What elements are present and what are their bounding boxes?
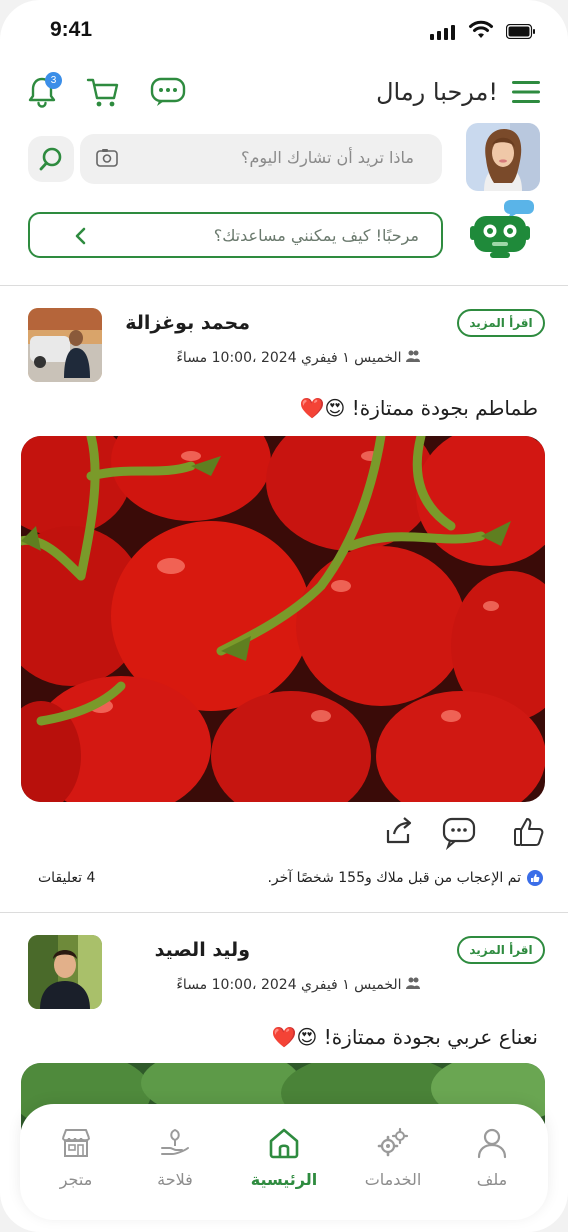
post-text: نعناع عربي بجودة ممتازة! 😍❤️ [271,1025,538,1049]
chevron-left-icon [75,227,86,245]
post-composer-input[interactable]: ماذا تريد أن تشارك اليوم؟ [80,134,442,184]
likes-text: تم الإعجاب من قبل ملاك و155 شخصًا آخر. [267,870,521,886]
read-more-button[interactable]: اقرأ المزيد [457,936,545,964]
nav-label-store: متجر [59,1170,93,1189]
store-icon [62,1129,90,1157]
post-image-tomatoes[interactable] [21,436,545,802]
like-icon[interactable] [512,815,546,849]
post-author-name[interactable]: وليد الصيد [120,939,250,961]
author-photo [28,935,102,1009]
read-more-button[interactable]: اقرأ المزيد [457,309,545,337]
nav-services[interactable]: الخدمات [353,1126,433,1189]
chatbot-button[interactable] [466,198,538,262]
post-author-avatar[interactable] [28,935,102,1009]
section-divider [0,912,568,913]
author-photo [28,308,102,382]
nav-store[interactable]: متجر [36,1126,116,1189]
friends-icon [406,977,420,993]
phone-screen: 9:41 3 مرحبا رمال! ماذا تريد أن تشارك ال… [0,0,568,1232]
post-date: الخميس ١ فيفري 2024 ،10:00 مساءً [176,977,402,993]
nav-label-home: الرئيسية [250,1170,318,1189]
messages-button[interactable] [150,76,186,108]
robot-icon [470,200,534,258]
friends-icon [406,350,420,366]
app-header: 3 مرحبا رمال! [0,62,568,124]
search-icon [39,147,62,171]
post-date: الخميس ١ فيفري 2024 ،10:00 مساءً [176,350,402,366]
share-icon[interactable] [382,814,416,848]
greeting-text: مرحبا رمال! [376,78,498,106]
assistant-input[interactable]: مرحبًا! كيف يمكنني مساعدتك؟ [28,212,443,258]
hamburger-icon [512,81,540,103]
post-meta: الخميس ١ فيفري 2024 ،10:00 مساءً [120,977,420,993]
section-divider [0,285,568,286]
search-button[interactable] [28,136,74,182]
nav-home[interactable]: الرئيسية [244,1126,324,1189]
notifications-button[interactable]: 3 [24,72,62,110]
nav-profile[interactable]: ملف [452,1126,532,1189]
nav-farming[interactable]: فلاحة [135,1126,215,1189]
bottom-navigation: متجر فلاحة الرئيسية الخدمات ملف [20,1104,548,1220]
nav-label-profile: ملف [476,1170,508,1189]
post-meta: الخميس ١ فيفري 2024 ،10:00 مساءً [120,350,420,366]
cart-button[interactable] [85,74,121,110]
like-reaction-icon [527,870,543,886]
wifi-icon [469,20,493,38]
user-photo [466,123,540,191]
status-bar: 9:41 [0,0,568,62]
user-icon [477,1128,507,1159]
notification-badge: 3 [45,72,62,89]
menu-button[interactable] [512,80,540,104]
status-time: 9:41 [50,18,93,41]
comment-icon[interactable] [442,816,476,850]
post-text: طماطم بجودة ممتازة! 😍❤️ [299,396,538,420]
composer-placeholder: ماذا تريد أن تشارك اليوم؟ [240,148,414,167]
likes-summary[interactable]: تم الإعجاب من قبل ملاك و155 شخصًا آخر. [267,870,543,886]
nav-label-services: الخدمات [364,1170,422,1189]
gears-icon [377,1127,409,1157]
post-author-name[interactable]: محمد بوغزالة [120,312,250,334]
post-author-avatar[interactable] [28,308,102,382]
battery-icon [506,24,535,39]
chat-icon [150,77,186,106]
nav-label-farming: فلاحة [157,1170,193,1189]
assistant-prompt: مرحبًا! كيف يمكنني مساعدتك؟ [213,226,419,245]
cellular-signal-icon [430,24,455,40]
photo-icon[interactable] [96,148,118,168]
farming-icon [161,1128,189,1155]
cart-icon [86,78,119,107]
tomatoes-photo [21,436,545,802]
user-avatar[interactable] [466,123,540,191]
home-icon [269,1128,299,1159]
comments-count[interactable]: 4 تعليقات [38,870,95,886]
